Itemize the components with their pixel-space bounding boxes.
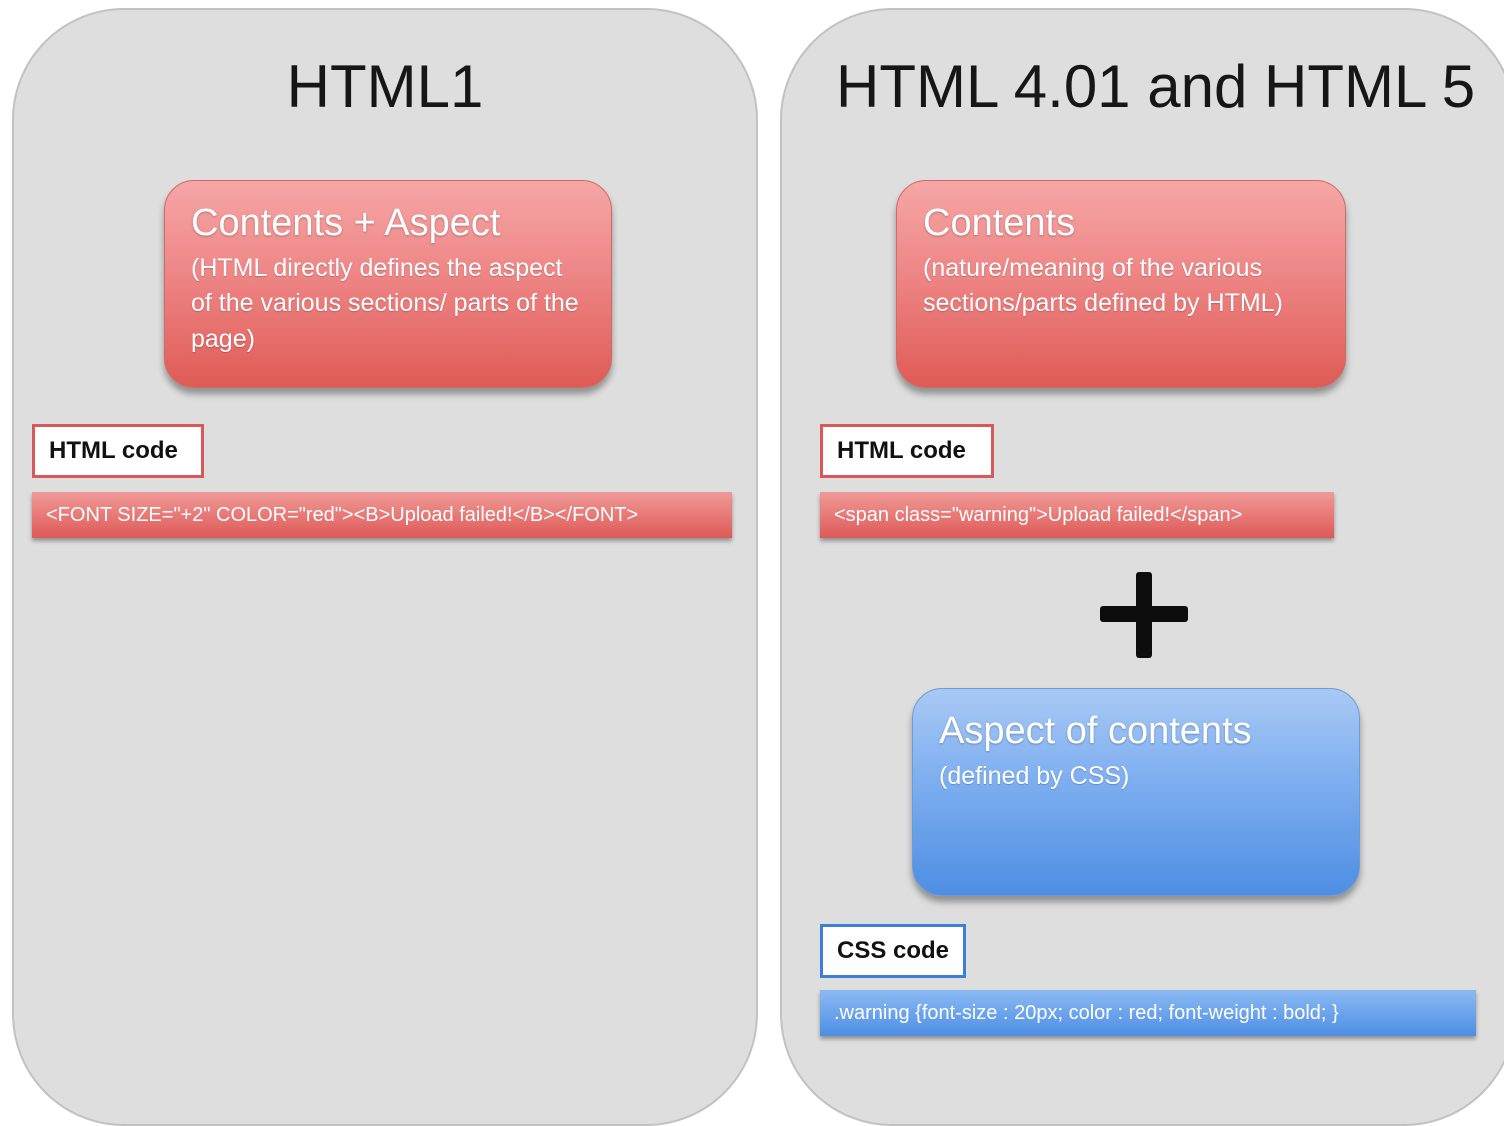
contents-aspect-box: Contents + Aspect (HTML directly defines… <box>164 180 612 388</box>
html1-code-snippet: <FONT SIZE="+2" COLOR="red"><B>Upload fa… <box>32 492 732 538</box>
html5-panel-title: HTML 4.01 and HTML 5 <box>836 53 1476 120</box>
contents-aspect-subtitle: (HTML directly defines the aspect of the… <box>191 253 579 353</box>
plus-icon <box>1100 572 1188 658</box>
html1-panel-title: HTML1 <box>286 53 484 120</box>
css-code-snippet: .warning {font-size : 20px; color : red;… <box>820 990 1476 1036</box>
html1-code-label: HTML code <box>32 424 204 478</box>
contents-aspect-title: Contents + Aspect <box>191 202 501 244</box>
aspect-of-contents-box: Aspect of contents (defined by CSS) <box>912 688 1360 896</box>
html5-code-label: HTML code <box>820 424 994 478</box>
contents-box: Contents (nature/meaning of the various … <box>896 180 1346 388</box>
html1-panel: HTML1 Contents + Aspect (HTML directly d… <box>12 8 758 1126</box>
css-code-label: CSS code <box>820 924 966 978</box>
html5-code-snippet: <span class="warning">Upload failed!</sp… <box>820 492 1334 538</box>
aspect-of-contents-title: Aspect of contents <box>939 710 1252 752</box>
contents-subtitle: (nature/meaning of the various sections/… <box>923 253 1283 318</box>
html5-panel: HTML 4.01 and HTML 5 Contents (nature/me… <box>780 8 1504 1126</box>
contents-title: Contents <box>923 202 1076 244</box>
aspect-of-contents-subtitle: (defined by CSS) <box>939 761 1130 790</box>
